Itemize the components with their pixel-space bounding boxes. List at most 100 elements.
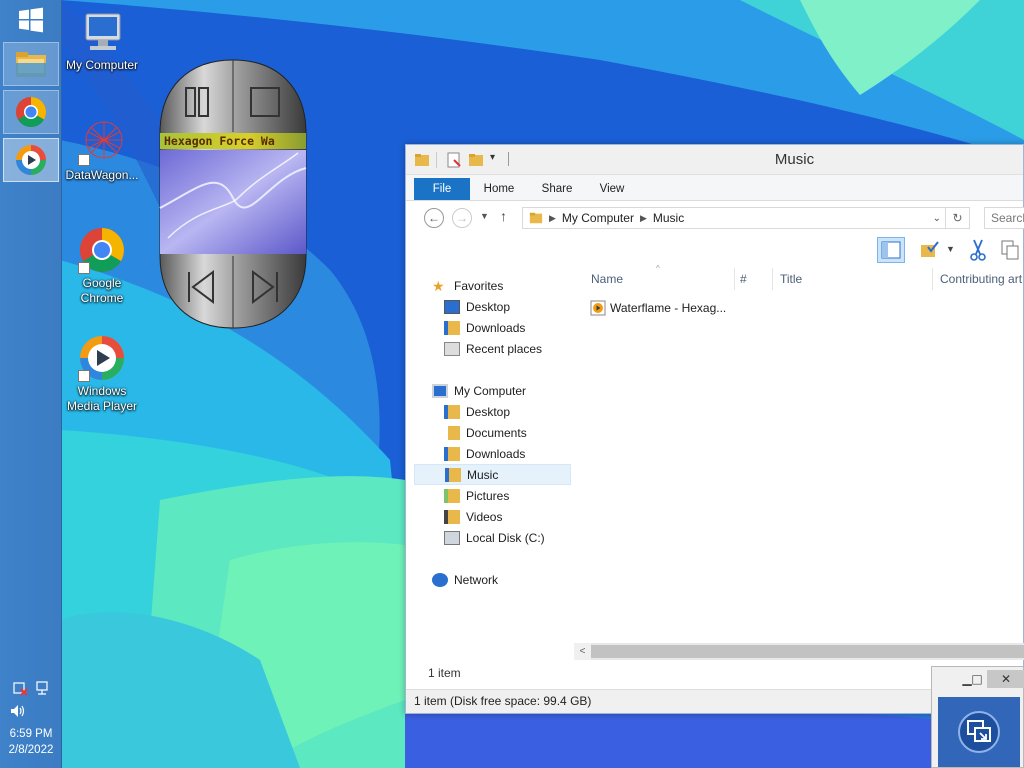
taskbar-file-explorer[interactable] (3, 42, 59, 86)
nav-downloads[interactable]: Downloads (414, 443, 571, 464)
network-globe-icon (432, 572, 448, 587)
tab-home[interactable]: Home (476, 178, 522, 200)
nav-label: Documents (466, 425, 527, 440)
nav-desktop[interactable]: Desktop (414, 401, 571, 422)
videos-folder-icon (444, 509, 460, 524)
file-explorer-window: ▾ Music File Home Share View ← → ▼ ↑ ▶ M… (405, 144, 1024, 714)
maximize-button[interactable]: □ (968, 670, 986, 688)
restore-window-button[interactable] (938, 697, 1020, 767)
media-player-icon (16, 145, 46, 175)
pictures-folder-icon (444, 488, 460, 503)
checked-folder-icon (921, 241, 939, 257)
file-list-item[interactable]: Waterflame - Hexag... (590, 300, 726, 316)
title-bar[interactable]: ▾ Music (406, 145, 1023, 175)
nav-label: Pictures (466, 488, 510, 503)
nav-documents[interactable]: Documents (414, 422, 571, 443)
previous-icon (188, 270, 214, 304)
ribbon-tabs: File Home Share View (406, 175, 1023, 201)
taskbar-chrome[interactable] (3, 90, 59, 134)
star-icon: ★ (432, 277, 445, 294)
speaker-icon (11, 705, 25, 717)
documents-folder-icon (444, 425, 460, 440)
column-header-name[interactable]: Name (591, 272, 623, 286)
nav-music[interactable]: Music (414, 464, 571, 485)
desktop-icon-windows-media-player[interactable]: Windows Media Player (62, 334, 142, 414)
item-count: 1 item (428, 666, 461, 680)
stop-icon (250, 87, 280, 117)
desktop-icon-my-computer[interactable]: My Computer (62, 8, 142, 73)
column-separator (932, 268, 933, 290)
nav-fav-recent-places[interactable]: Recent places (414, 338, 571, 359)
nav-fav-downloads[interactable]: Downloads (414, 317, 571, 338)
address-dropdown-icon[interactable]: ⌄ (933, 213, 941, 224)
column-header-number[interactable]: # (740, 272, 747, 286)
stop-button[interactable] (247, 86, 283, 118)
desktop-icon-google-chrome[interactable]: Google Chrome (62, 226, 142, 306)
nav-label: Desktop (466, 299, 511, 314)
forward-arrow-icon: → (456, 211, 468, 225)
nav-favorites[interactable]: ★ Favorites (414, 275, 571, 296)
nav-pictures[interactable]: Pictures (414, 485, 571, 506)
nav-local-disk[interactable]: Local Disk (C:) (414, 527, 571, 548)
forward-button[interactable]: → (452, 208, 472, 228)
folder-icon (16, 52, 46, 77)
chrome-icon (15, 97, 47, 128)
recent-locations-button[interactable]: ▼ (480, 211, 489, 221)
scissors-icon (970, 239, 986, 261)
chevron-right-icon: ▶ (549, 212, 556, 223)
breadcrumb-music[interactable]: Music (653, 211, 684, 225)
volume-icon[interactable] (0, 704, 62, 721)
clock[interactable]: 6:59 PM 2/8/2022 (0, 726, 62, 758)
back-button[interactable]: ← (424, 208, 444, 228)
column-header-contributing-artists[interactable]: Contributing art (940, 272, 1022, 286)
network-icon[interactable] (34, 680, 50, 696)
nav-videos[interactable]: Videos (414, 506, 571, 527)
previous-track-button[interactable] (185, 270, 217, 304)
tab-file[interactable]: File (414, 178, 470, 200)
horizontal-scrollbar[interactable]: < (574, 643, 1024, 660)
close-button[interactable]: ✕ (987, 670, 1024, 688)
refresh-icon: ↻ (952, 211, 963, 225)
cut-button[interactable] (964, 237, 992, 263)
nav-label: Recent places (466, 341, 543, 356)
music-folder-icon (445, 467, 461, 482)
desktop-icon-label: Windows Media Player (66, 384, 138, 413)
chevron-right-icon: ▶ (639, 212, 647, 223)
column-header-title[interactable]: Title (780, 272, 802, 286)
address-bar[interactable]: ▶ My Computer ▶ Music ⌄ (522, 207, 946, 229)
nav-fav-desktop[interactable]: Desktop (414, 296, 571, 317)
next-track-button[interactable] (249, 270, 281, 304)
search-input[interactable]: Search (984, 207, 1024, 229)
shortcut-arrow-icon (78, 370, 90, 382)
nav-my-computer[interactable]: My Computer (414, 380, 571, 401)
refresh-button[interactable]: ↻ (946, 207, 970, 229)
close-icon: ✕ (1000, 672, 1012, 686)
pane-layout-icon (881, 241, 901, 259)
recent-places-icon (444, 341, 460, 356)
tab-share[interactable]: Share (534, 178, 580, 200)
next-icon (252, 270, 278, 304)
breadcrumb-my-computer[interactable]: My Computer (562, 211, 634, 225)
options-dropdown-button[interactable]: ▼ (946, 244, 955, 254)
nav-network[interactable]: Network (414, 569, 571, 590)
preview-pane-button[interactable] (877, 237, 905, 263)
up-button[interactable]: ↑ (500, 208, 507, 224)
media-player-skin (159, 59, 307, 329)
select-checkbox-button[interactable] (916, 237, 944, 263)
scrollbar-thumb[interactable] (591, 645, 1024, 658)
desktop-icon-datawagon[interactable]: DataWagon... (62, 118, 142, 183)
taskbar-windows-media-player[interactable] (3, 138, 59, 182)
back-arrow-icon: ← (428, 211, 440, 225)
pause-button[interactable] (183, 86, 211, 118)
status-text: 1 item (Disk free space: 99.4 GB) (414, 694, 592, 708)
copy-button[interactable] (996, 237, 1024, 263)
column-separator (734, 268, 735, 290)
power-icon[interactable] (12, 680, 28, 696)
start-button[interactable] (0, 0, 62, 40)
scroll-left-button[interactable]: < (574, 643, 591, 660)
windows-logo-icon (19, 7, 43, 33)
tab-view[interactable]: View (590, 178, 634, 200)
nav-label: Videos (466, 509, 503, 524)
nav-label: Favorites (454, 278, 504, 293)
nav-label: Downloads (466, 320, 526, 335)
